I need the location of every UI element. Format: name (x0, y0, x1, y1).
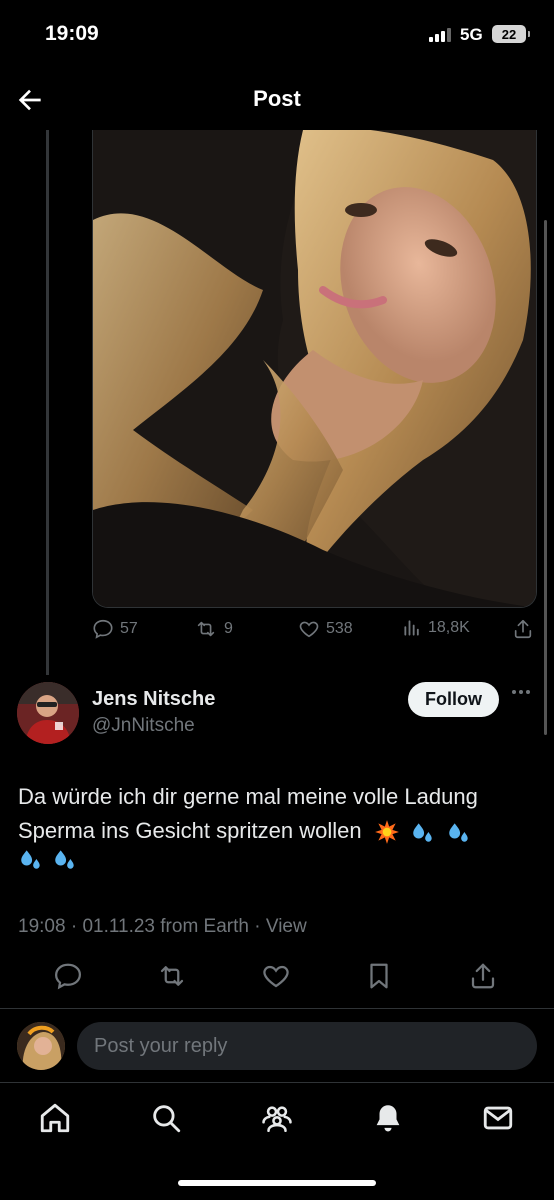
reply-count: 57 (120, 620, 138, 637)
search-icon (153, 1105, 181, 1133)
cellular-signal-icon (429, 28, 451, 42)
reply-icon (54, 963, 82, 990)
bookmark-icon (370, 963, 388, 989)
emoji-row (18, 846, 78, 872)
avatar[interactable] (17, 682, 79, 744)
tab-notifications[interactable] (371, 1101, 405, 1135)
my-avatar[interactable] (17, 1022, 65, 1070)
my-avatar-image (17, 1022, 65, 1070)
view-count: 18,8K (428, 619, 470, 636)
share-icon (471, 963, 495, 989)
more-options-icon[interactable] (512, 690, 530, 694)
repost-action[interactable]: 9 (194, 618, 233, 640)
heart-icon (299, 621, 319, 638)
sweat-droplets-emoji (412, 823, 432, 842)
scrollbar[interactable] (544, 220, 547, 735)
author-avatar-image (17, 682, 79, 744)
bookmark-button[interactable] (364, 961, 394, 991)
post-photo[interactable] (92, 130, 537, 608)
post-source: from Earth (160, 916, 249, 937)
post-actions (0, 955, 554, 995)
post-time: 19:08 (18, 916, 66, 937)
tab-home[interactable] (38, 1101, 72, 1135)
thread-connector-line (46, 130, 49, 675)
repost-icon (197, 621, 215, 637)
tab-messages[interactable] (481, 1101, 515, 1135)
reply-button[interactable] (53, 961, 83, 991)
reply-composer (0, 1010, 554, 1082)
follow-button[interactable]: Follow (408, 682, 499, 717)
status-bar: 19:09 5G 22 (0, 0, 554, 70)
post-text: Da würde ich dir gerne mal meine volle L… (18, 780, 528, 848)
like-button[interactable] (261, 961, 291, 991)
tab-search[interactable] (149, 1101, 183, 1135)
reply-action[interactable]: 57 (92, 618, 138, 640)
analytics-icon (404, 620, 419, 636)
heart-icon (263, 965, 289, 988)
photo-image (93, 130, 536, 607)
battery-level: 22 (501, 26, 517, 42)
page-title: Post (253, 86, 301, 111)
collision-emoji (374, 820, 399, 845)
communities-icon (262, 1106, 292, 1133)
tab-communities[interactable] (260, 1101, 294, 1135)
sweat-droplets-emoji (21, 850, 40, 869)
reply-icon (93, 619, 113, 639)
notifications-icon (376, 1105, 400, 1132)
share-icon (514, 619, 532, 639)
post-meta: 19:08 · 01.11.23 from Earth · View (18, 916, 307, 937)
like-count: 538 (326, 620, 353, 637)
nav-bar: Post (0, 70, 554, 130)
repost-button[interactable] (157, 961, 187, 991)
repost-count: 9 (224, 620, 233, 637)
view-link[interactable]: View (266, 916, 307, 937)
author-handle[interactable]: @JnNitsche (92, 715, 195, 737)
sweat-droplets-emoji (55, 850, 74, 869)
repost-icon (160, 966, 184, 986)
status-time: 19:09 (45, 22, 99, 45)
battery-icon: 22 (492, 25, 530, 43)
share-action[interactable] (512, 618, 534, 640)
messages-icon (483, 1106, 513, 1130)
sweat-droplets-emoji (448, 823, 468, 842)
home-indicator[interactable] (178, 1180, 376, 1186)
author-name[interactable]: Jens Nitsche (92, 688, 215, 711)
home-icon (40, 1103, 70, 1133)
parent-post-actions: 57 9 538 18,8K (92, 618, 537, 646)
reply-input[interactable] (77, 1022, 537, 1070)
post-date: 01.11.23 (82, 916, 155, 937)
share-button[interactable] (468, 961, 498, 991)
like-action[interactable]: 538 (298, 618, 353, 640)
network-type: 5G (460, 25, 483, 44)
views-action[interactable]: 18,8K (402, 618, 470, 638)
divider (0, 1008, 554, 1009)
